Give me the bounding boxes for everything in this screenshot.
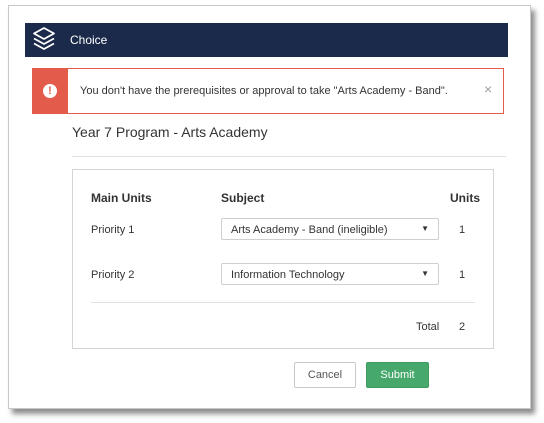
- alert-icon-box: !: [33, 69, 68, 113]
- divider: [72, 156, 506, 157]
- error-alert: ! You don't have the prerequisites or ap…: [32, 68, 504, 114]
- cancel-button[interactable]: Cancel: [294, 362, 356, 388]
- dialog-header: Choice: [25, 23, 508, 57]
- subject-select-priority-1[interactable]: Arts Academy - Band (ineligible) ▼: [221, 218, 439, 240]
- submit-button[interactable]: Submit: [366, 362, 429, 388]
- panel-divider: [91, 302, 475, 303]
- total-value: 2: [459, 321, 466, 333]
- select-value: Information Technology: [231, 269, 345, 281]
- caret-down-icon: ▼: [421, 269, 429, 278]
- units-value-priority-1: 1: [459, 224, 466, 236]
- column-header-units: Units: [450, 191, 480, 205]
- close-icon[interactable]: ×: [484, 81, 492, 97]
- column-header-subject: Subject: [221, 191, 265, 205]
- column-header-main-units: Main Units: [91, 191, 152, 205]
- row-label-priority-1: Priority 1: [91, 224, 135, 236]
- header-title: Choice: [70, 33, 108, 47]
- page-title: Year 7 Program - Arts Academy: [72, 124, 268, 140]
- units-value-priority-2: 1: [459, 269, 466, 281]
- select-value: Arts Academy - Band (ineligible): [231, 224, 388, 236]
- subject-select-priority-2[interactable]: Information Technology ▼: [221, 263, 439, 285]
- units-panel: Main Units Subject Units Priority 1 Arts…: [72, 169, 494, 349]
- alert-message: You don't have the prerequisites or appr…: [80, 85, 448, 97]
- total-label: Total: [416, 321, 440, 333]
- exclamation-circle-icon: !: [43, 84, 57, 98]
- row-label-priority-2: Priority 2: [91, 269, 135, 281]
- layers-icon: [27, 23, 61, 57]
- caret-down-icon: ▼: [421, 224, 429, 233]
